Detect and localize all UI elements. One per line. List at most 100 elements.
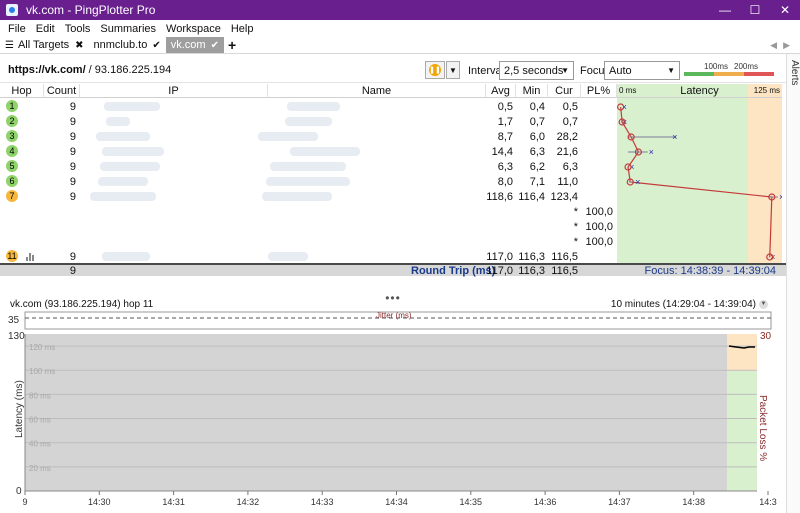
menu-file[interactable]: File [3,23,31,35]
cur-cell: 28,2 [556,131,578,143]
interval-value: 2,5 seconds [504,64,564,77]
pl-cell [581,145,613,159]
menu-workspace[interactable]: Workspace [161,23,226,35]
table-row[interactable]: * 100,0 [0,234,617,249]
x-tick-label: 14:35 [460,497,483,507]
col-min[interactable]: Min [516,84,548,98]
summary-count: 9 [69,265,76,277]
tab-vk[interactable]: vk.com ✔ [165,37,224,53]
col-count[interactable]: Count [44,84,80,98]
target-url: https://vk.com/ [8,63,86,76]
focus-select[interactable]: Auto ▼ [604,61,680,80]
menu-help[interactable]: Help [226,23,259,35]
count-cell: 9 [69,116,76,128]
gridline-label: 40 ms [29,440,51,449]
current-marker: × [649,147,654,157]
window-title: vk.com - PingPlotter Pro [26,3,156,17]
menu-bar: File Edit Tools Summaries Workspace Help [0,20,800,37]
x-tick-label: 14:32 [237,497,260,507]
close-button[interactable]: ✕ [770,0,800,20]
graph-title: vk.com (93.186.225.194) hop 11 [10,299,154,310]
min-cell [516,220,545,234]
scale-green [684,72,714,76]
table-row[interactable]: 5 9 6,3 6,2 6,3 [0,159,617,174]
table-row[interactable]: * 100,0 [0,219,617,234]
current-marker: × [629,162,634,172]
table-row[interactable]: 6 9 8,0 7,1 11,0 [0,174,617,189]
table-row[interactable]: 3 9 8,7 6,0 28,2 [0,129,617,144]
timeline-graph[interactable]: 35 Jitter (ms) 120 ms 100 ms 80 ms 60 ms 40 … [0,310,786,513]
scroll-right-icon[interactable]: ▶ [783,40,790,51]
latency-avg-line [620,106,773,258]
ip-redacted [96,132,150,141]
count-cell: 9 [69,101,76,113]
count-cell: 9 [69,146,76,158]
table-row[interactable]: 7 9 118,6 116,4 123,4 [0,189,617,204]
plot-area-nodata [25,334,727,491]
min-cell: 116,4 [518,191,545,203]
name-redacted [268,252,308,261]
name-redacted [285,117,332,126]
pause-button[interactable]: ❚❚ [425,61,445,79]
current-marker: × [672,132,677,142]
y-axis-label: Latency (ms) [14,380,25,438]
x-tick-label: 14:30 [88,497,111,507]
hop-number: 3 [6,130,18,142]
name-redacted [266,177,350,186]
menu-tools[interactable]: Tools [60,23,96,35]
alerts-panel[interactable]: Alerts [786,54,800,513]
scroll-left-icon[interactable]: ◀ [770,40,777,51]
table-row[interactable]: 1 9 0,5 0,4 0,5 [0,99,617,114]
close-tab-icon[interactable]: ✖ [75,40,83,51]
pl-cell [581,100,613,114]
table-row[interactable]: 2 9 1,7 0,7 0,7 [0,114,617,129]
col-pl[interactable]: PL% [581,84,617,98]
col-cur[interactable]: Cur [548,84,581,98]
cur-cell: * [573,236,578,248]
col-ip[interactable]: IP [80,84,268,98]
menu-summaries[interactable]: Summaries [95,23,161,35]
avg-cell [486,235,513,249]
tab-nnmclub[interactable]: nnmclub.to ✔ [89,37,166,53]
table-row[interactable]: * 100,0 [0,204,617,219]
tab-all-targets[interactable]: ☰ All Targets ✖ [0,37,89,53]
interval-select[interactable]: 2,5 seconds ▼ [499,61,574,80]
summary-label: Round Trip (ms) [411,265,496,277]
avg-cell: 118,6 [486,191,513,203]
ip-redacted [98,177,148,186]
minimize-button[interactable]: — [710,0,740,20]
gridline-label: 20 ms [29,464,51,473]
cur-cell: 116,5 [551,251,578,263]
ip-redacted [102,252,150,261]
min-cell: 6,3 [529,146,545,158]
bar-chart-icon[interactable] [26,252,36,261]
hop-number: 5 [6,160,18,172]
list-icon: ☰ [5,39,14,51]
ip-redacted [102,147,164,156]
col-avg[interactable]: Avg [486,84,516,98]
timerange-dropdown-icon[interactable]: ▼ [759,300,768,309]
pause-dropdown-button[interactable]: ▼ [446,61,460,79]
graph-timerange: 10 minutes (14:29:04 - 14:39:04) [610,299,756,310]
summary-avg: 117,0 [486,265,513,277]
hop-number: 11 [6,250,18,262]
latency-color-scale: 100ms 200ms [684,62,776,78]
table-row[interactable]: 4 9 14,4 6,3 21,6 [0,144,617,159]
min-cell [516,205,545,219]
pl-cell [581,190,613,204]
cur-cell: * [573,206,578,218]
scale-orange [714,72,744,76]
add-tab-button[interactable]: + [228,37,236,53]
name-redacted [270,162,346,171]
maximize-button[interactable]: ☐ [740,0,770,20]
current-marker: × [635,177,640,187]
pl-cell: 100,0 [585,206,613,218]
table-row[interactable]: 11 9 117,0 116,3 116,5 [0,249,617,264]
col-name[interactable]: Name [268,84,486,98]
count-cell: 9 [69,161,76,173]
x-tick-label: 14:3 [759,497,777,507]
menu-edit[interactable]: Edit [31,23,60,35]
pl-cell [581,160,613,174]
col-hop[interactable]: Hop [0,84,44,98]
target-address: https://vk.com/ / 93.186.225.194 [8,64,171,76]
